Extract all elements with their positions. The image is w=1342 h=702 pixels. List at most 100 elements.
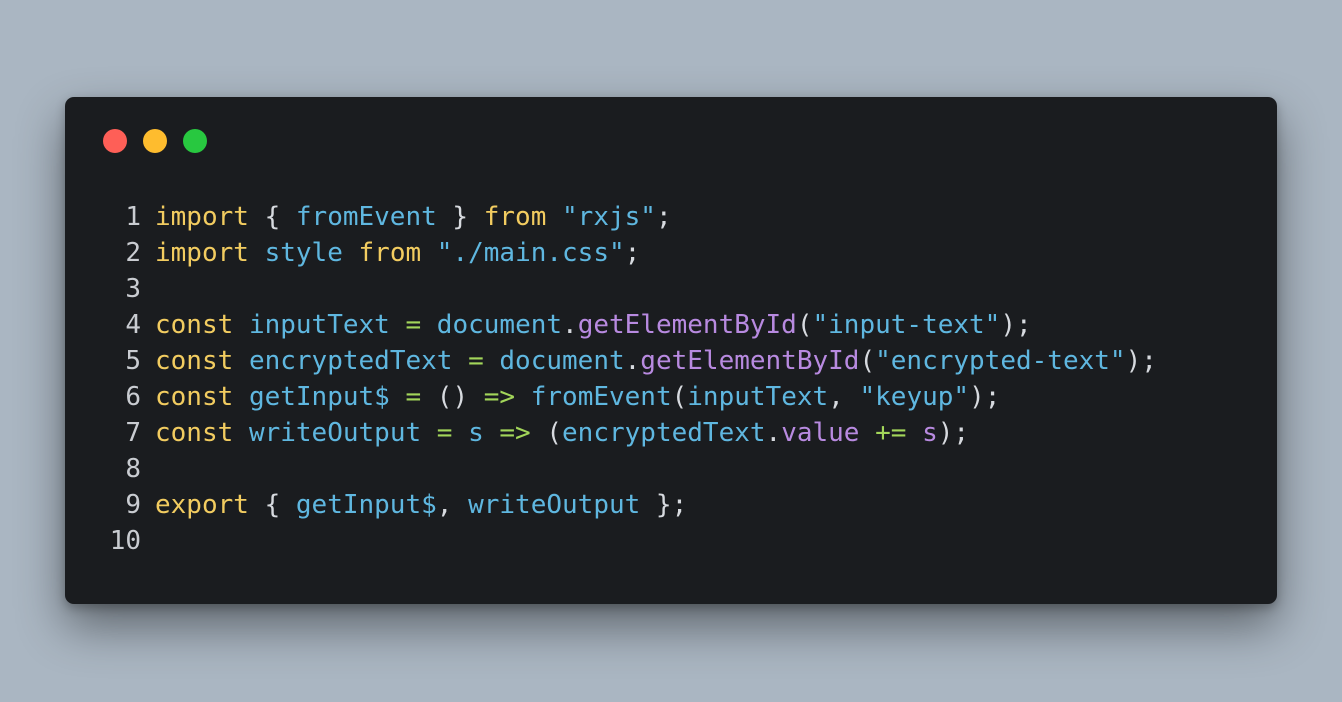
line-number: 3	[125, 274, 141, 304]
code-line: 2 import style from "./main.css";	[103, 235, 1157, 271]
code-token: inputText	[248, 310, 390, 340]
code-token: const	[155, 346, 234, 376]
line-number: 8	[125, 454, 141, 484]
code-token: }	[436, 202, 484, 232]
code-token: encryptedText	[248, 346, 453, 376]
code-line: 6 const getInput$ = () => fromEvent(input…	[103, 379, 1157, 415]
code-token: );	[937, 418, 970, 448]
line-source: const getInput$ = () => fromEvent(inputT…	[155, 379, 1000, 415]
code-token: const	[155, 382, 234, 412]
code-line: 1 import { fromEvent } from "rxjs";	[103, 199, 1157, 235]
line-source: const encryptedText = document.getElemen…	[155, 343, 1157, 379]
code-line: 7 const writeOutput = s => (encryptedText…	[103, 415, 1157, 451]
line-source: const writeOutput = s => (encryptedText.…	[155, 415, 969, 451]
code-token: getInput$	[295, 490, 437, 520]
code-token: getElementById	[577, 310, 797, 340]
line-source: import { fromEvent } from "rxjs";	[155, 199, 672, 235]
code-token: document	[436, 310, 563, 340]
line-number: 1	[125, 202, 141, 232]
code-line: 4 const inputText = document.getElementBy…	[103, 307, 1157, 343]
code-token: writeOutput	[468, 490, 641, 520]
code-token: ,	[828, 382, 860, 412]
code-token: ,	[436, 490, 469, 520]
code-token: ()	[421, 382, 484, 412]
code-token: getElementById	[640, 346, 860, 376]
code-token: ;	[655, 202, 672, 232]
code-line: 10	[103, 523, 1157, 559]
window-controls	[103, 129, 207, 153]
code-token: .	[624, 346, 641, 376]
code-token: fromEvent	[295, 202, 437, 232]
code-token: from	[483, 202, 547, 232]
line-number: 4	[125, 310, 141, 340]
code-token: (	[859, 346, 876, 376]
code-token: =	[405, 310, 422, 340]
code-token: "./main.css"	[436, 238, 625, 268]
close-button[interactable]	[103, 129, 127, 153]
code-token: {	[248, 490, 296, 520]
line-source: import style from "./main.css";	[155, 235, 640, 271]
code-token: );	[1125, 346, 1157, 376]
code-token: };	[640, 490, 688, 520]
code-token: );	[1000, 310, 1032, 340]
code-token: value	[781, 418, 860, 448]
code-token: encryptedText	[562, 418, 766, 448]
code-window: 1 import { fromEvent } from "rxjs"; 2 impor…	[65, 97, 1277, 604]
code-token: getInput$	[248, 382, 390, 412]
code-token: "rxjs"	[562, 202, 656, 232]
code-token: ;	[624, 238, 641, 268]
code-token: export	[155, 490, 249, 520]
code-token: "encrypted-text"	[875, 346, 1126, 376]
code-block: 1 import { fromEvent } from "rxjs"; 2 impor…	[103, 199, 1157, 559]
code-token: inputText	[687, 382, 829, 412]
code-line: 9 export { getInput$, writeOutput };	[103, 487, 1157, 523]
code-token: s	[468, 418, 484, 448]
line-number: 7	[125, 418, 141, 448]
line-number: 2	[125, 238, 141, 268]
code-token: .	[765, 418, 782, 448]
code-line: 8	[103, 451, 1157, 487]
code-token: =	[468, 346, 484, 376]
code-token: "keyup"	[859, 382, 970, 412]
code-token: writeOutput	[248, 418, 422, 448]
code-token: (	[671, 382, 688, 412]
line-number: 9	[125, 490, 141, 520]
code-token: +=	[875, 418, 907, 448]
screenshot-background: { "window": { "controls": ["close-button…	[0, 0, 1342, 702]
code-token: const	[155, 418, 234, 448]
code-token: );	[969, 382, 1001, 412]
line-source: const inputText = document.getElementByI…	[155, 307, 1032, 343]
line-number: 5	[125, 346, 141, 376]
code-token: "input-text"	[812, 310, 1001, 340]
code-token: .	[562, 310, 578, 340]
code-token: {	[248, 202, 296, 232]
line-number: 6	[125, 382, 141, 412]
code-token: import	[155, 202, 249, 232]
minimize-button[interactable]	[143, 129, 167, 153]
code-token: =	[436, 418, 453, 448]
code-line: 5 const encryptedText = document.getEleme…	[103, 343, 1157, 379]
line-number: 10	[109, 526, 141, 556]
maximize-button[interactable]	[183, 129, 207, 153]
code-token: =	[405, 382, 422, 412]
line-source: export { getInput$, writeOutput };	[155, 487, 687, 523]
code-token: fromEvent	[530, 382, 672, 412]
code-token: =>	[483, 382, 516, 412]
